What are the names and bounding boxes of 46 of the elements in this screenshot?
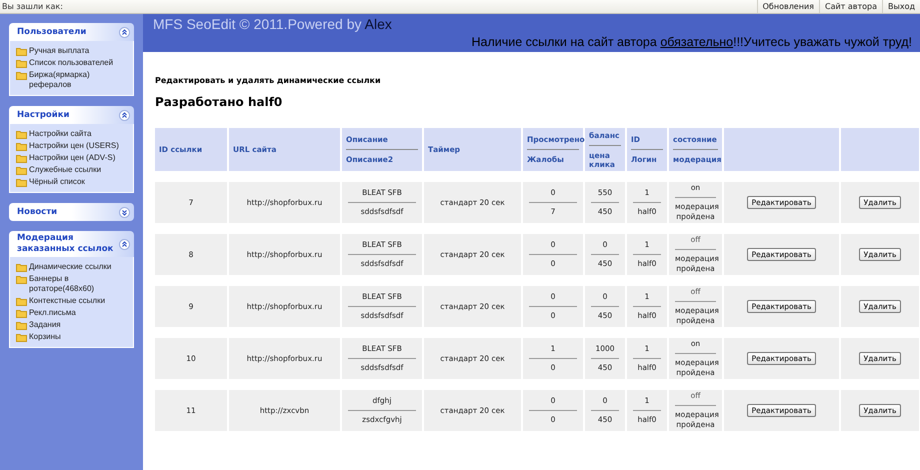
toggle-icon[interactable] [119, 110, 130, 120]
folder-icon [16, 70, 27, 80]
sidebar-link[interactable]: Настройки цен (ADV-S) [29, 153, 116, 163]
toggle-icon[interactable] [119, 206, 130, 218]
page-title: Редактировать и удалять динамические ссылки [155, 76, 382, 85]
toggle-icon[interactable] [119, 238, 130, 250]
panel-title[interactable]: Новости [17, 206, 119, 218]
panel-title[interactable]: Пользователи [17, 26, 119, 38]
toggle-icon[interactable] [119, 26, 130, 38]
sidebar-link[interactable]: Ручная выплата [29, 46, 90, 56]
sidebar-link[interactable]: Рекл.письма [29, 308, 76, 318]
author-name: Alex [364, 16, 392, 32]
sidebar-link[interactable]: Чёрный список [29, 177, 85, 187]
folder-icon [16, 320, 27, 330]
top-link[interactable]: Сайт автора [818, 0, 882, 13]
sidebar-link[interactable]: Баннеры в ротаторе(468x60) [29, 274, 127, 294]
panel-title[interactable]: Модерация заказанных ссылок [17, 233, 119, 255]
developer-heading: Разработано half0 [155, 95, 284, 109]
site-title: MFS SeoEdit © 2011.Powered by [153, 16, 362, 32]
sidebar-link[interactable]: Список пользователей [29, 58, 114, 68]
sidebar-link[interactable]: Служебные ссылки [29, 165, 102, 175]
folder-icon [16, 46, 27, 56]
folder-icon [16, 332, 27, 342]
sidebar-link[interactable]: Контекстные ссылки [29, 296, 106, 306]
folder-icon [16, 154, 27, 162]
folder-icon [16, 262, 27, 272]
sidebar-link[interactable]: Биржа(ярмарка) рефералов [29, 70, 127, 90]
sidebar-link[interactable]: Задания [29, 320, 61, 330]
top-link[interactable]: Выход [882, 0, 920, 13]
login-label: Вы зашли как: [2, 2, 63, 11]
folder-icon [16, 166, 27, 174]
sidebar-link[interactable]: Настройки цен (USERS) [29, 141, 119, 151]
sidebar-link[interactable]: Настройки сайта [29, 129, 92, 139]
notice-text: Наличие ссылки на сайт автора обязательно!!!Учитесь уважать чужой труд! [471, 35, 912, 49]
folder-icon [16, 274, 27, 284]
folder-icon [16, 142, 27, 150]
folder-icon [16, 58, 27, 68]
folder-icon [16, 296, 27, 306]
notice-link[interactable]: обязательно [660, 35, 734, 49]
folder-icon [16, 130, 27, 138]
sidebar-link[interactable]: Корзины [29, 332, 61, 342]
top-link[interactable]: Обновления [756, 0, 819, 13]
panel-title[interactable]: Настройки [17, 110, 119, 120]
folder-icon [16, 308, 27, 318]
sidebar-link[interactable]: Динамические ссылки [29, 262, 112, 272]
folder-icon [16, 178, 27, 186]
